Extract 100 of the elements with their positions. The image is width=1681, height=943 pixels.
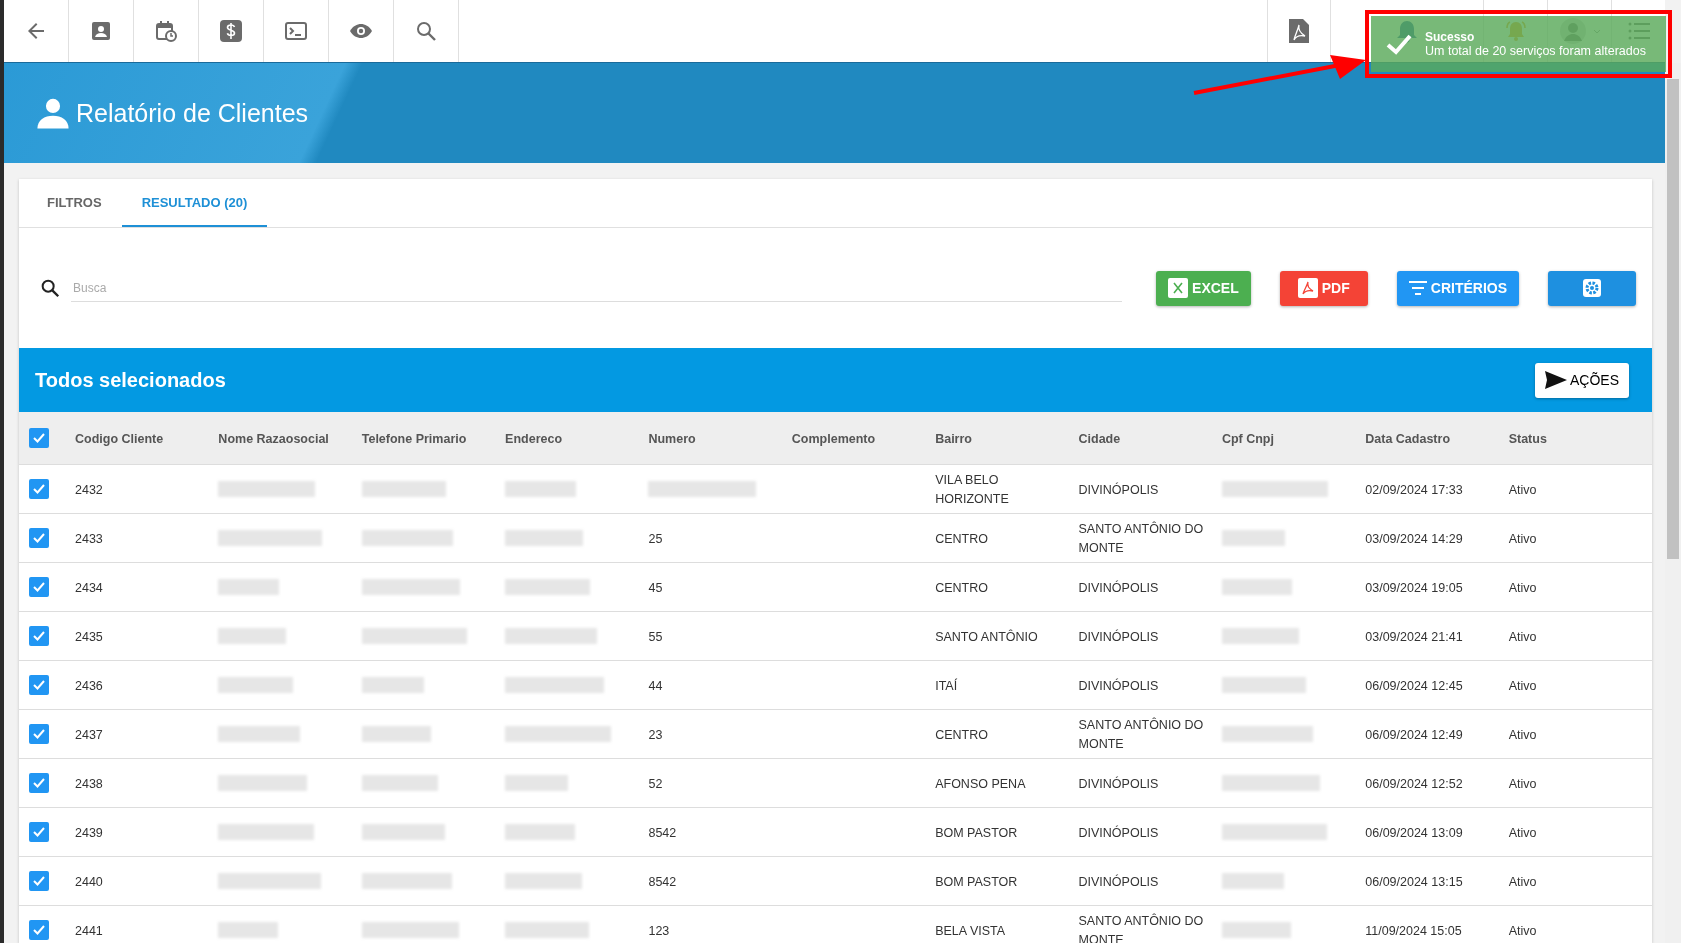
table-cell-text: 25	[648, 531, 664, 546]
table-cell-text: 2433	[75, 531, 104, 546]
table-cell-text: Ativo	[1508, 678, 1538, 693]
table-cell-text: Ativo	[1508, 531, 1538, 546]
row-checkbox[interactable]	[29, 626, 49, 646]
checkmark-icon	[32, 580, 46, 594]
table-cell-text: SANTO ANTÔNIO	[935, 629, 1039, 644]
table-cell-text: 52	[648, 776, 664, 791]
checkmark-icon	[32, 825, 46, 839]
search-icon	[414, 19, 438, 43]
table-cell-text: 03/09/2024 19:05	[1365, 580, 1464, 595]
toast-message: Um total de 20 serviços foram alterados	[1425, 44, 1646, 58]
redacted-text	[1221, 579, 1292, 595]
table-cell-text: CENTRO	[935, 531, 989, 546]
filter-icon	[1408, 281, 1427, 295]
table-cell-text: 2437	[75, 727, 104, 742]
row-checkbox[interactable]	[29, 479, 49, 499]
table-cell-text: DIVINÓPOLIS	[1078, 580, 1160, 595]
redacted-text	[361, 677, 424, 693]
table-cell-text: DIVINÓPOLIS	[1078, 629, 1160, 644]
redacted-text	[218, 579, 280, 595]
terminal-icon	[284, 19, 308, 43]
settings-button[interactable]	[1548, 270, 1636, 306]
actions-button[interactable]: AÇÕES	[1535, 362, 1629, 398]
checkmark-icon	[32, 531, 46, 545]
search-icon	[39, 277, 61, 299]
table-cell-text: DIVINÓPOLIS	[1078, 776, 1160, 791]
row-checkbox[interactable]	[29, 577, 49, 597]
row-checkbox[interactable]	[29, 920, 49, 940]
table-cell-text: 06/09/2024 12:45	[1365, 678, 1464, 693]
column-header: Nome Razaosocial	[218, 432, 330, 446]
table-cell-text: 2436	[75, 678, 104, 693]
column-header: Complemento	[791, 432, 877, 446]
redacted-text	[361, 726, 431, 742]
checkmark-icon	[32, 874, 46, 888]
column-header: Cidade	[1078, 432, 1122, 446]
table-cell-text: VILA BELO HORIZONTE	[935, 473, 1010, 506]
row-checkbox[interactable]	[29, 528, 49, 548]
redacted-text	[505, 481, 577, 497]
table-cell-text: BOM PASTOR	[935, 874, 1019, 889]
column-header: Cpf Cnpj	[1221, 432, 1275, 446]
table-cell-text: 2440	[75, 874, 104, 889]
table-cell-text: DIVINÓPOLIS	[1078, 825, 1160, 840]
table-cell-text: ITAÍ	[935, 678, 959, 693]
table-cell-text: 03/09/2024 21:41	[1365, 629, 1464, 644]
table-cell-text: Ativo	[1508, 482, 1538, 497]
table-cell-text: DIVINÓPOLIS	[1078, 678, 1160, 693]
calendar-clock-icon	[154, 19, 178, 43]
column-header: Status	[1508, 432, 1548, 446]
table-cell: SANTO ANTÔNIO DO MONTE	[1078, 718, 1204, 751]
table-cell-text: Ativo	[1508, 825, 1538, 840]
table-cell-text: BOM PASTOR	[935, 825, 1019, 840]
table-cell-text: 23	[648, 727, 664, 742]
table-cell-text: Ativo	[1508, 629, 1538, 644]
table-cell-text: Ativo	[1508, 874, 1538, 889]
spreadsheet-icon	[1168, 278, 1189, 298]
checkmark-icon	[32, 678, 46, 692]
excel-button[interactable]: EXCEL	[1156, 270, 1251, 306]
row-checkbox[interactable]	[29, 822, 49, 842]
criterios-button[interactable]: CRITÉRIOS	[1396, 270, 1519, 306]
checkmark-icon	[32, 431, 46, 445]
row-checkbox[interactable]	[29, 871, 49, 891]
table-cell-text: 2439	[75, 825, 104, 840]
column-header: Numero	[648, 432, 697, 446]
table-cell-text: 2438	[75, 776, 104, 791]
column-header: Bairro	[935, 432, 973, 446]
redacted-text	[1221, 873, 1284, 889]
table-cell-text: 55	[648, 629, 664, 644]
table-cell-text: 06/09/2024 13:15	[1365, 874, 1464, 889]
redacted-text	[1221, 530, 1285, 546]
table-cell-text: 44	[648, 678, 664, 693]
table-cell-text: Ativo	[1508, 923, 1538, 938]
checkmark-icon	[32, 776, 46, 790]
toast-title: Sucesso	[1425, 30, 1476, 44]
table-cell-text: 11/09/2024 15:05	[1365, 923, 1463, 938]
person-icon	[36, 96, 70, 130]
table-cell-text: 8542	[648, 874, 678, 889]
table-cell-text: CENTRO	[935, 727, 989, 742]
tab[interactable]: FILTROS	[27, 179, 122, 227]
table-cell-text: 45	[648, 580, 664, 595]
column-header: Endereco	[505, 432, 564, 446]
settings-icon	[1582, 278, 1602, 298]
table-cell-text: 02/09/2024 17:33	[1365, 482, 1464, 497]
row-checkbox[interactable]	[29, 773, 49, 793]
table-cell-text: 123	[648, 923, 671, 938]
table-cell-text: 2432	[75, 482, 104, 497]
checkmark-icon	[32, 482, 46, 496]
select-all-checkbox[interactable]	[29, 428, 49, 448]
table-cell-text: BELA VISTA	[935, 923, 1007, 938]
table-cell-text: AFONSO PENA	[935, 776, 1027, 791]
tab[interactable]: RESULTADO (20)	[121, 179, 268, 227]
contact-card-icon	[89, 19, 113, 43]
table-cell-text: DIVINÓPOLIS	[1078, 874, 1160, 889]
checkmark-icon	[32, 629, 46, 643]
redacted-text	[505, 824, 576, 840]
row-checkbox[interactable]	[29, 675, 49, 695]
table-cell-text: 06/09/2024 13:09	[1365, 825, 1464, 840]
pdf-button[interactable]: PDF	[1279, 270, 1368, 306]
row-checkbox[interactable]	[29, 724, 49, 744]
redacted-text	[1221, 922, 1291, 938]
